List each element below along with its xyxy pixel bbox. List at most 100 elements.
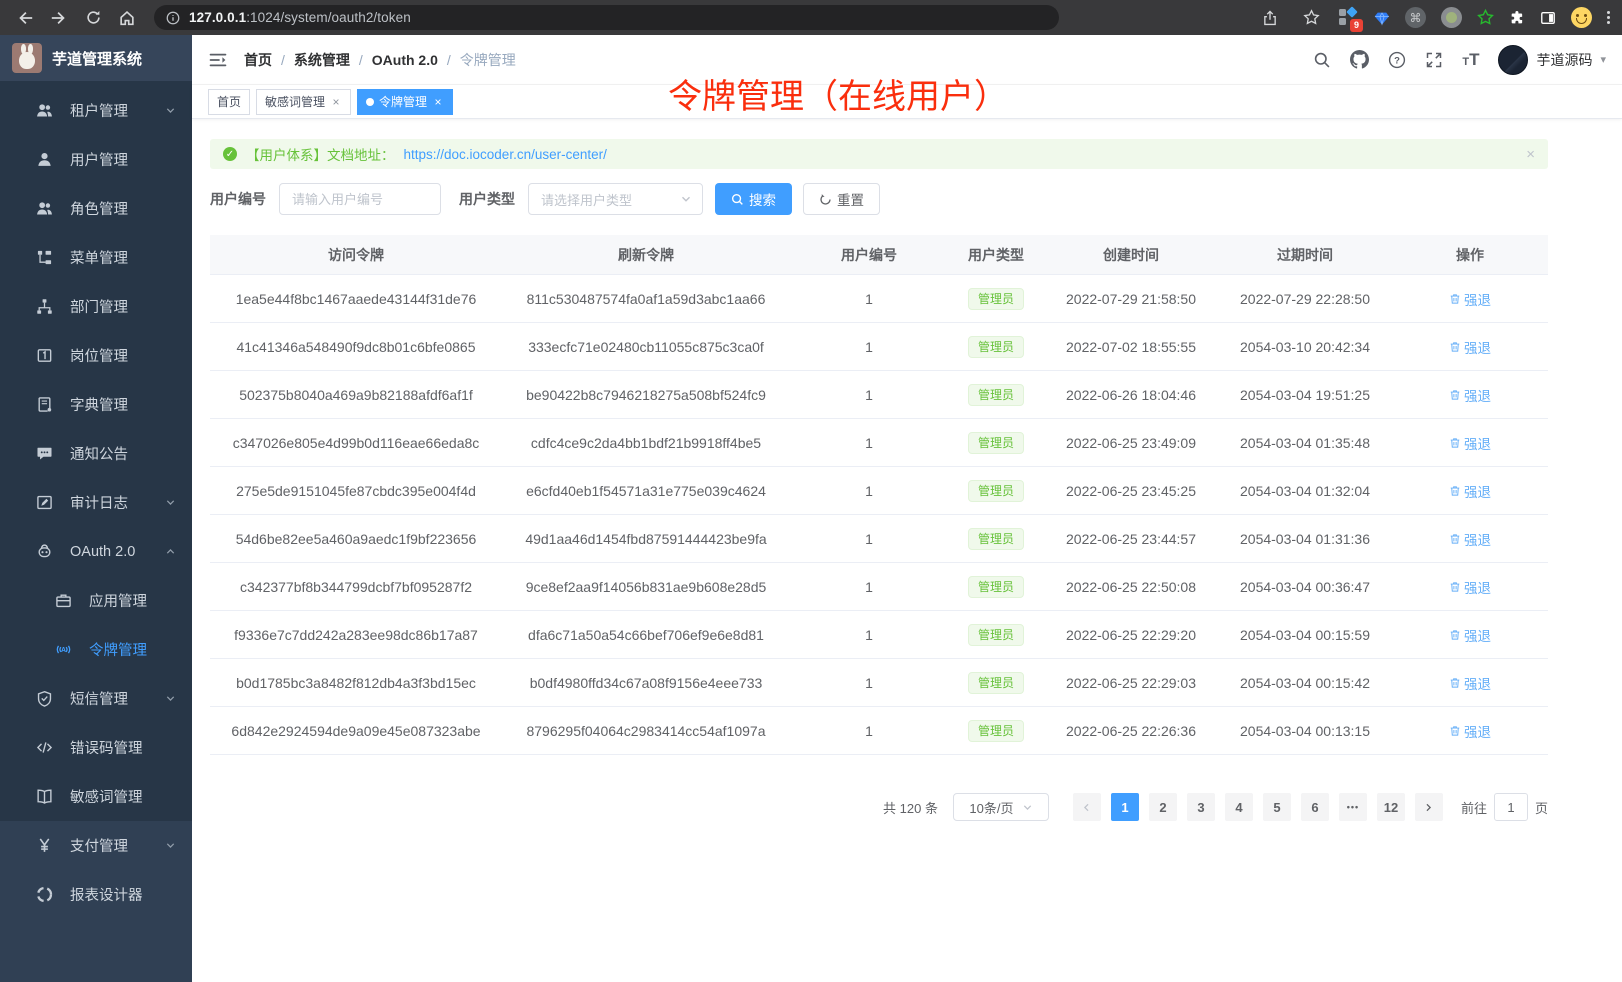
refresh-token-cell: be90422b8c7946218275a508bf524fc9 [502, 387, 790, 403]
column-header: 创建时间 [1044, 245, 1218, 265]
profile-emoji-icon[interactable] [1571, 7, 1592, 28]
force-logout-button[interactable]: 强退 [1449, 673, 1491, 693]
column-header: 操作 [1392, 245, 1548, 265]
pagination-more-button[interactable]: ••• [1339, 793, 1367, 821]
goto-page-input[interactable] [1494, 793, 1528, 821]
extension-recorder-icon[interactable] [1441, 7, 1462, 28]
github-icon[interactable] [1350, 50, 1369, 69]
app-logo[interactable]: 芋道管理系统 [0, 35, 192, 81]
sidebar-item-审计日志[interactable]: 审计日志 [0, 478, 192, 527]
doc-link[interactable]: https://doc.iocoder.cn/user-center/ [404, 147, 607, 162]
force-logout-button[interactable]: 强退 [1449, 529, 1491, 549]
sidebar-item-岗位管理[interactable]: 岗位管理 [0, 331, 192, 380]
user-menu[interactable]: 芋道源码 ▾ [1498, 45, 1606, 75]
page-button-4[interactable]: 4 [1225, 793, 1253, 821]
sidebar-item-短信管理[interactable]: 短信管理 [0, 674, 192, 723]
search-button-label: 搜索 [749, 189, 776, 209]
tag-close-icon[interactable]: × [330, 96, 342, 108]
action-cell: 强退 [1392, 337, 1548, 357]
browser-menu-icon[interactable] [1607, 11, 1610, 24]
address-bar[interactable]: 127.0.0.1:1024/system/oauth2/token [154, 5, 1059, 30]
sidebar-item-通知公告[interactable]: 通知公告 [0, 429, 192, 478]
sidebar-item-label: 字典管理 [70, 394, 128, 415]
audit-log-icon [36, 494, 53, 511]
breadcrumb-item[interactable]: 系统管理 [294, 50, 350, 70]
sidebar-item-角色管理[interactable]: 角色管理 [0, 184, 192, 233]
sidebar-toggle-icon[interactable] [208, 50, 228, 70]
breadcrumb-separator: / [447, 52, 451, 68]
alert-close-icon[interactable]: × [1526, 146, 1535, 163]
force-logout-button[interactable]: 强退 [1449, 289, 1491, 309]
bookmark-star-icon[interactable] [1298, 5, 1324, 31]
extension-gem-icon[interactable] [1374, 10, 1390, 26]
tag-close-icon[interactable]: × [432, 96, 444, 108]
browser-back-icon[interactable] [12, 5, 38, 31]
error-code-icon [36, 739, 53, 756]
extension-command-icon[interactable]: ⌘ [1405, 7, 1426, 28]
extensions-puzzle-icon[interactable] [1509, 10, 1525, 26]
sidebar-item-支付管理[interactable]: 支付管理 [0, 821, 192, 870]
tag-首页[interactable]: 首页 [208, 89, 250, 115]
side-panel-icon[interactable] [1540, 10, 1556, 26]
sidebar-item-敏感词管理[interactable]: 敏感词管理 [0, 772, 192, 821]
sidebar-item-菜单管理[interactable]: 菜单管理 [0, 233, 192, 282]
user-type-select[interactable]: 请选择用户类型 [528, 183, 703, 215]
tag-label: 首页 [217, 93, 241, 110]
created-time-cell: 2022-06-25 23:49:09 [1044, 435, 1218, 451]
sidebar-item-应用管理[interactable]: 应用管理 [0, 576, 192, 625]
sidebar-item-字典管理[interactable]: 字典管理 [0, 380, 192, 429]
share-icon[interactable] [1257, 5, 1283, 31]
page-button-5[interactable]: 5 [1263, 793, 1291, 821]
breadcrumb-item[interactable]: 首页 [244, 50, 272, 70]
sidebar-item-OAuth 2.0[interactable]: OAuth 2.0 [0, 527, 192, 576]
browser-home-icon[interactable] [114, 5, 140, 31]
force-logout-button[interactable]: 强退 [1449, 481, 1491, 501]
browser-forward-icon[interactable] [46, 5, 72, 31]
page-button-2[interactable]: 2 [1149, 793, 1177, 821]
search-button[interactable]: 搜索 [715, 183, 792, 215]
sidebar-item-部门管理[interactable]: 部门管理 [0, 282, 192, 331]
pagination-total: 共 120 条 [883, 798, 938, 817]
page-button-12[interactable]: 12 [1377, 793, 1405, 821]
chevron-down-icon [165, 497, 176, 508]
force-logout-button[interactable]: 强退 [1449, 337, 1491, 357]
report-designer-icon [36, 886, 53, 903]
created-time-cell: 2022-06-25 22:26:36 [1044, 723, 1218, 739]
user-icon [36, 151, 53, 168]
table-row: 1ea5e44f8bc1467aaede43144f31de76811c5304… [210, 275, 1548, 323]
refresh-token-cell: b0df4980ffd34c67a08f9156e4eee733 [502, 675, 790, 691]
force-logout-button[interactable]: 强退 [1449, 625, 1491, 645]
browser-reload-icon[interactable] [80, 5, 106, 31]
sidebar-item-用户管理[interactable]: 用户管理 [0, 135, 192, 184]
prev-page-button[interactable] [1073, 793, 1101, 821]
next-page-button[interactable] [1415, 793, 1443, 821]
help-icon[interactable]: ? [1388, 51, 1406, 69]
page-button-6[interactable]: 6 [1301, 793, 1329, 821]
force-logout-button[interactable]: 强退 [1449, 721, 1491, 741]
user-id-input[interactable] [279, 183, 441, 215]
extension-evernote-icon[interactable] [1477, 9, 1494, 26]
user-type-placeholder: 请选择用户类型 [541, 190, 680, 209]
force-logout-button[interactable]: 强退 [1449, 577, 1491, 597]
tag-敏感词管理[interactable]: 敏感词管理× [256, 89, 351, 115]
force-logout-button[interactable]: 强退 [1449, 433, 1491, 453]
table-row: b0d1785bc3a8482f812db4a3f3bd15ecb0df4980… [210, 659, 1548, 707]
page-size-select[interactable]: 10条/页 [953, 793, 1049, 821]
sidebar-item-租户管理[interactable]: 租户管理 [0, 86, 192, 135]
force-logout-button[interactable]: 强退 [1449, 385, 1491, 405]
sidebar-item-报表设计器[interactable]: 报表设计器 [0, 870, 192, 919]
sidebar: 芋道管理系统 租户管理用户管理角色管理菜单管理部门管理岗位管理字典管理通知公告审… [0, 35, 192, 982]
extension-tag-manager-icon[interactable]: 9 [1339, 8, 1359, 28]
breadcrumb-item[interactable]: OAuth 2.0 [372, 52, 438, 68]
font-size-icon[interactable]: TT [1462, 51, 1479, 68]
fullscreen-icon[interactable] [1425, 51, 1443, 69]
page-button-3[interactable]: 3 [1187, 793, 1215, 821]
tag-令牌管理[interactable]: 令牌管理× [357, 89, 453, 115]
reset-button[interactable]: 重置 [803, 183, 880, 215]
sidebar-item-错误码管理[interactable]: 错误码管理 [0, 723, 192, 772]
site-info-icon[interactable] [166, 11, 180, 25]
sidebar-item-令牌管理[interactable]: A令牌管理 [0, 625, 192, 674]
page-button-1[interactable]: 1 [1111, 793, 1139, 821]
header-search-icon[interactable] [1313, 51, 1331, 69]
refresh-token-cell: cdfc4ce9c2da4bb1bdf21b9918ff4be5 [502, 435, 790, 451]
